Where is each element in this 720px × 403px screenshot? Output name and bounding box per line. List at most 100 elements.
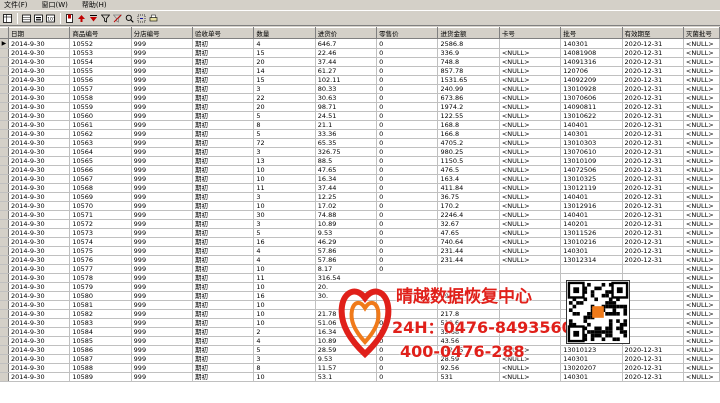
table-cell[interactable]	[437, 264, 500, 274]
table-cell[interactable]: 0	[376, 255, 439, 265]
table-cell[interactable]: 14091316	[560, 57, 623, 67]
table-cell[interactable]: 140401	[560, 210, 623, 220]
table-cell[interactable]: 2	[253, 327, 316, 337]
table-row[interactable]: 2014-9-30 10565 999 期初 13 88.5 0 1150.5 <NULL> 13…	[0, 156, 720, 166]
row-indicator[interactable]	[0, 129, 9, 139]
table-cell[interactable]: 231.44	[437, 255, 500, 265]
table-cell[interactable]: 999	[131, 354, 194, 364]
row-indicator[interactable]	[0, 282, 9, 292]
table-cell[interactable]: <NULL>	[683, 354, 720, 364]
table-cell[interactable]	[622, 318, 684, 328]
table-cell[interactable]: 217.8	[437, 309, 500, 319]
table-cell[interactable]: 0	[376, 345, 439, 355]
table-cell[interactable]: 30	[253, 210, 316, 220]
row-indicator[interactable]	[0, 156, 9, 166]
table-cell[interactable]: <NULL>	[499, 372, 562, 382]
column-header-batch-no[interactable]: 批号	[560, 27, 623, 39]
table-cell[interactable]: 57.86	[315, 246, 378, 256]
table-cell[interactable]: 748.8	[437, 57, 500, 67]
table-row[interactable]: 2014-9-30 10564 999 期初 3 326.75 0 980.25 <NULL> 1…	[0, 147, 720, 157]
table-cell[interactable]: 0	[376, 237, 439, 247]
table-cell[interactable]: 30.	[315, 291, 378, 301]
table-cell[interactable]	[376, 273, 439, 283]
table-cell[interactable]: 10553	[69, 48, 132, 58]
data-grid[interactable]: 日期 商品编号 分店编号 验收单号 数量 进货价 零售价 进货金额 卡号 批号 …	[0, 27, 720, 403]
table-cell[interactable]: 490.08	[437, 291, 500, 301]
table-cell[interactable]: 4	[253, 38, 316, 49]
table-cell[interactable]: 14092209	[560, 75, 623, 85]
table-cell[interactable]: 10563	[69, 138, 132, 148]
row-indicator[interactable]	[0, 102, 9, 112]
table-cell[interactable]	[499, 282, 562, 292]
table-cell[interactable]: 2020-12-31	[622, 210, 684, 220]
table-cell[interactable]: 163.4	[437, 174, 500, 184]
table-cell[interactable]: <NULL>	[499, 93, 562, 103]
table-cell[interactable]: 2020-12-31	[622, 93, 684, 103]
table-cell[interactable]: 2020-12-31	[622, 183, 684, 193]
table-cell[interactable]: 期初	[192, 309, 255, 319]
table-cell[interactable]	[622, 273, 684, 283]
row-indicator[interactable]	[0, 138, 9, 148]
table-cell[interactable]: 2014-9-30	[8, 102, 71, 112]
table-cell[interactable]: 2020-12-31	[622, 38, 684, 49]
table-cell[interactable]	[622, 336, 684, 346]
table-cell[interactable]	[622, 264, 684, 274]
table-cell[interactable]: 10	[253, 201, 316, 211]
table-cell[interactable]: <NULL>	[683, 156, 720, 166]
table-cell[interactable]: 10583	[69, 318, 132, 328]
table-cell[interactable]: 999	[131, 111, 194, 121]
table-cell[interactable]: 2020-12-31	[622, 138, 684, 148]
table-row[interactable]: 2014-9-30 10555 999 期初 14 61.27 0 857.78 <NULL> 1…	[0, 66, 720, 76]
table-cell[interactable]: <NULL>	[683, 165, 720, 175]
table-row[interactable]: 2014-9-30 10576 999 期初 4 57.86 0 231.44 <NULL> 13…	[0, 255, 720, 265]
table-cell[interactable]: 20	[253, 102, 316, 112]
table-cell[interactable]: 21.1	[315, 120, 378, 130]
table-cell[interactable]: 2014-9-30	[8, 57, 71, 67]
table-cell[interactable]: 10576	[69, 255, 132, 265]
table-cell[interactable]: 0	[376, 192, 439, 202]
table-cell[interactable]: 0	[376, 165, 439, 175]
table-cell[interactable]: 0	[376, 372, 439, 382]
table-cell[interactable]: 期初	[192, 138, 255, 148]
table-cell[interactable]: 0	[376, 174, 439, 184]
table-cell[interactable]: 102.11	[315, 75, 378, 85]
table-cell[interactable]: 0	[376, 102, 439, 112]
table-row[interactable]: 2014-9-30 10563 999 期初 72 65.35 0 4705.2 <NULL> 1…	[0, 138, 720, 148]
table-cell[interactable]: <NULL>	[683, 66, 720, 76]
table-cell[interactable]: 336.9	[437, 48, 500, 58]
table-cell[interactable]: 期初	[192, 93, 255, 103]
table-cell[interactable]: 531	[437, 372, 500, 382]
table-cell[interactable]: 2020-12-31	[622, 228, 684, 238]
table-cell[interactable]: 57.86	[315, 255, 378, 265]
table-cell[interactable]: <NULL>	[683, 102, 720, 112]
table-cell[interactable]: 20	[253, 57, 316, 67]
table-row[interactable]: 2014-9-30 10589 999 期初 10 53.1 0 531 <NULL> 14030…	[0, 372, 720, 382]
table-cell[interactable]: 期初	[192, 111, 255, 121]
table-cell[interactable]: 2014-9-30	[8, 84, 71, 94]
table-cell[interactable]: 2014-9-30	[8, 255, 71, 265]
table-cell[interactable]: <NULL>	[683, 282, 720, 292]
table-cell[interactable]: 16.34	[315, 174, 378, 184]
table-cell[interactable]: 2014-9-30	[8, 327, 71, 337]
table-cell[interactable]: 10.89	[315, 219, 378, 229]
table-cell[interactable]: 0	[376, 120, 439, 130]
table-cell[interactable]: 期初	[192, 75, 255, 85]
row-indicator[interactable]	[0, 300, 9, 310]
table-cell[interactable]: 5	[253, 345, 316, 355]
table-cell[interactable]: 2014-9-30	[8, 336, 71, 346]
table-cell[interactable]: <NULL>	[683, 363, 720, 373]
table-cell[interactable]: 61.27	[315, 66, 378, 76]
table-row[interactable]: 2014-9-30 10581 999 期初 10 <NULL>	[0, 300, 720, 310]
table-cell[interactable]	[376, 309, 439, 319]
table-row[interactable]: 2014-9-30 10583 999 期初 10 51.06 0 510.6 <NULL>	[0, 318, 720, 328]
table-cell[interactable]: <NULL>	[499, 138, 562, 148]
table-cell[interactable]: 673.86	[437, 93, 500, 103]
filter-clear-icon[interactable]	[112, 13, 123, 24]
table-cell[interactable]: 72	[253, 138, 316, 148]
table-cell[interactable]: 2014-9-30	[8, 156, 71, 166]
table-cell[interactable]: 13012314	[560, 255, 623, 265]
table-cell[interactable]: 2020-12-31	[622, 120, 684, 130]
table-cell[interactable]: 2020-12-31	[622, 237, 684, 247]
table-cell[interactable]: <NULL>	[683, 183, 720, 193]
table-cell[interactable]: 13010123	[560, 345, 623, 355]
